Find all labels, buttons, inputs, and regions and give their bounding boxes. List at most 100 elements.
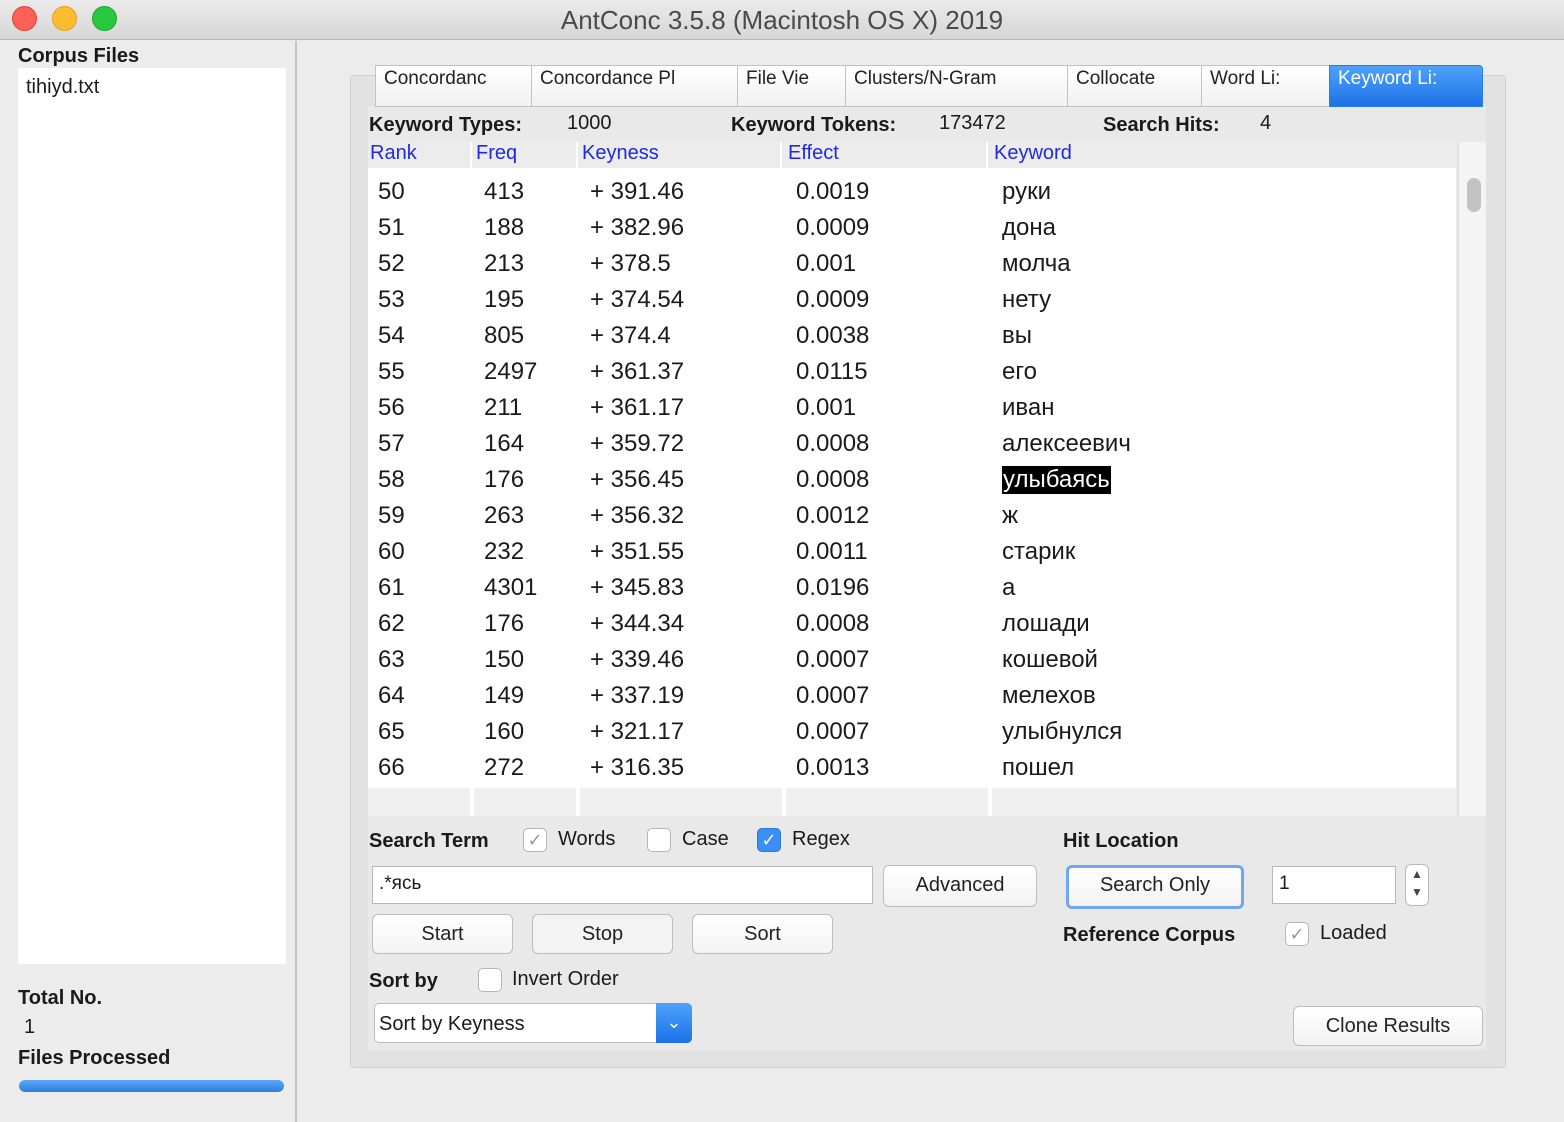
tab-concordance-plot[interactable]: Concordance Pl — [531, 65, 737, 107]
rank-cell: 63 — [378, 646, 405, 673]
table-row[interactable]: 55 2497 + 361.37 0.0115 его — [368, 352, 1456, 388]
freq-cell: 176 — [484, 610, 525, 637]
keyword-cell: алексеевич — [1002, 430, 1131, 457]
rank-cell: 52 — [378, 250, 405, 277]
table-row[interactable]: 54 805 + 374.4 0.0038 вы — [368, 316, 1456, 352]
keyword-tokens-label: Keyword Tokens: — [731, 114, 897, 136]
table-row[interactable]: 65 160 + 321.17 0.0007 улыбнулся — [368, 712, 1456, 748]
keyness-cell: + 356.45 — [590, 466, 685, 493]
effect-cell: 0.0115 — [796, 358, 868, 385]
invert-order-checkbox[interactable] — [478, 968, 502, 992]
keyness-cell: + 359.72 — [590, 430, 685, 457]
freq-cell: 4301 — [484, 574, 538, 601]
effect-cell: 0.0008 — [796, 466, 870, 493]
keyness-cell: + 378.5 — [590, 250, 671, 277]
case-checkbox[interactable] — [647, 828, 671, 852]
corpus-file-item[interactable]: tihiyd.txt — [26, 76, 99, 99]
keyword-cell: лошади — [1002, 610, 1090, 637]
table-row[interactable]: 59 263 + 356.32 0.0012 ж — [368, 496, 1456, 532]
effect-cell: 0.0007 — [796, 682, 870, 709]
table-vertical-scrollbar[interactable] — [1458, 142, 1486, 816]
rank-cell: 66 — [378, 754, 405, 781]
tab-keyword-list[interactable]: Keyword Li: — [1329, 65, 1483, 107]
tab-collocates[interactable]: Collocate — [1067, 65, 1201, 107]
table-row[interactable]: 62 176 + 344.34 0.0008 лошади — [368, 604, 1456, 640]
column-header-keyness[interactable]: Keyness — [580, 142, 782, 168]
search-only-button[interactable]: Search Only — [1066, 865, 1244, 909]
regex-checkbox[interactable]: ✓ — [757, 828, 781, 852]
tab-concordance[interactable]: Concordanc — [375, 65, 531, 107]
scrollbar-thumb[interactable] — [1467, 178, 1481, 212]
column-header-rank[interactable]: Rank — [368, 142, 472, 168]
rank-cell: 62 — [378, 610, 405, 637]
keyness-cell: + 391.46 — [590, 178, 685, 205]
table-row[interactable]: 64 149 + 337.19 0.0007 мелехов — [368, 676, 1456, 712]
keyword-cell: иван — [1002, 394, 1055, 421]
chevron-down-icon[interactable]: ⌄ — [656, 1003, 692, 1043]
table-row[interactable]: 60 232 + 351.55 0.0011 старик — [368, 532, 1456, 568]
clone-results-button[interactable]: Clone Results — [1293, 1006, 1483, 1046]
total-no-label: Total No. — [18, 987, 103, 1009]
effect-cell: 0.0007 — [796, 718, 870, 745]
search-hits-value: 4 — [1260, 112, 1272, 134]
table-row[interactable]: 63 150 + 339.46 0.0007 кошевой — [368, 640, 1456, 676]
table-row[interactable]: 56 211 + 361.17 0.001 иван — [368, 388, 1456, 424]
loaded-label: Loaded — [1320, 922, 1387, 944]
table-row[interactable]: 58 176 + 356.45 0.0008 улыбаясь — [368, 460, 1456, 496]
corpus-files-list[interactable]: tihiyd.txt — [18, 68, 286, 964]
advanced-button[interactable]: Advanced — [883, 865, 1037, 907]
words-label: Words — [558, 828, 616, 850]
table-row[interactable]: 50 413 + 391.46 0.0019 руки — [368, 172, 1456, 208]
column-header-freq[interactable]: Freq — [474, 142, 578, 168]
files-processed-label: Files Processed — [18, 1047, 171, 1069]
effect-cell: 0.0012 — [796, 502, 870, 529]
effect-cell: 0.0196 — [796, 574, 870, 601]
keyword-cell: улыбнулся — [1002, 718, 1123, 745]
freq-cell: 211 — [484, 394, 523, 421]
table-empty-cell — [992, 788, 1456, 816]
keyness-cell: + 361.17 — [590, 394, 685, 421]
sort-button[interactable]: Sort — [692, 914, 833, 954]
keyword-types-value: 1000 — [567, 112, 612, 134]
tab-file-view[interactable]: File Vie — [737, 65, 845, 107]
effect-cell: 0.0038 — [796, 322, 870, 349]
progress-fill — [19, 1080, 284, 1092]
keyword-tokens-value: 173472 — [939, 112, 1006, 134]
effect-cell: 0.001 — [796, 250, 857, 277]
keyness-cell: + 351.55 — [590, 538, 685, 565]
words-checkbox[interactable]: ✓ — [523, 828, 547, 852]
invert-order-label: Invert Order — [512, 968, 619, 990]
rank-cell: 55 — [378, 358, 405, 385]
table-row[interactable]: 53 195 + 374.54 0.0009 нету — [368, 280, 1456, 316]
column-header-keyword[interactable]: Keyword — [992, 142, 1456, 168]
search-term-input[interactable]: .*ясь — [372, 866, 873, 904]
table-row[interactable]: 52 213 + 378.5 0.001 молча — [368, 244, 1456, 280]
tab-word-list[interactable]: Word Li: — [1201, 65, 1329, 107]
loaded-checkbox[interactable]: ✓ — [1285, 922, 1309, 946]
rank-cell: 59 — [378, 502, 405, 529]
start-button[interactable]: Start — [372, 914, 513, 954]
table-row[interactable]: 61 4301 + 345.83 0.0196 а — [368, 568, 1456, 604]
regex-label: Regex — [792, 828, 850, 850]
keyword-table[interactable]: 50 413 + 391.46 0.0019 руки 51 188 + 382.96 0.00… — [368, 168, 1456, 816]
sort-by-select[interactable]: Sort by Keyness ⌄ — [374, 1003, 692, 1043]
search-hits-label: Search Hits: — [1103, 114, 1220, 136]
table-row[interactable]: 66 272 + 316.35 0.0013 пошел — [368, 748, 1456, 784]
stepper-icon[interactable]: ▲ ▼ — [1405, 864, 1429, 906]
corpus-files-pane: Corpus Files tihiyd.txt Total No. 1 File… — [0, 41, 297, 1122]
freq-cell: 160 — [484, 718, 525, 745]
effect-cell: 0.0008 — [796, 610, 870, 637]
search-term-label: Search Term — [369, 830, 489, 852]
keyness-cell: + 374.4 — [590, 322, 671, 349]
tab-clusters-ngrams[interactable]: Clusters/N-Gram — [845, 65, 1067, 107]
table-row[interactable]: 57 164 + 359.72 0.0008 алексеевич — [368, 424, 1456, 460]
hit-location-input[interactable]: 1 — [1272, 866, 1396, 904]
column-header-effect[interactable]: Effect — [786, 142, 988, 168]
freq-cell: 164 — [484, 430, 525, 457]
tool-tabs: Concordanc Concordance Pl File Vie Clust… — [375, 65, 1483, 107]
stop-button[interactable]: Stop — [532, 914, 673, 954]
keyness-cell: + 382.96 — [590, 214, 685, 241]
table-row[interactable]: 51 188 + 382.96 0.0009 дона — [368, 208, 1456, 244]
keyword-cell: а — [1002, 574, 1016, 601]
effect-cell: 0.0007 — [796, 646, 870, 673]
